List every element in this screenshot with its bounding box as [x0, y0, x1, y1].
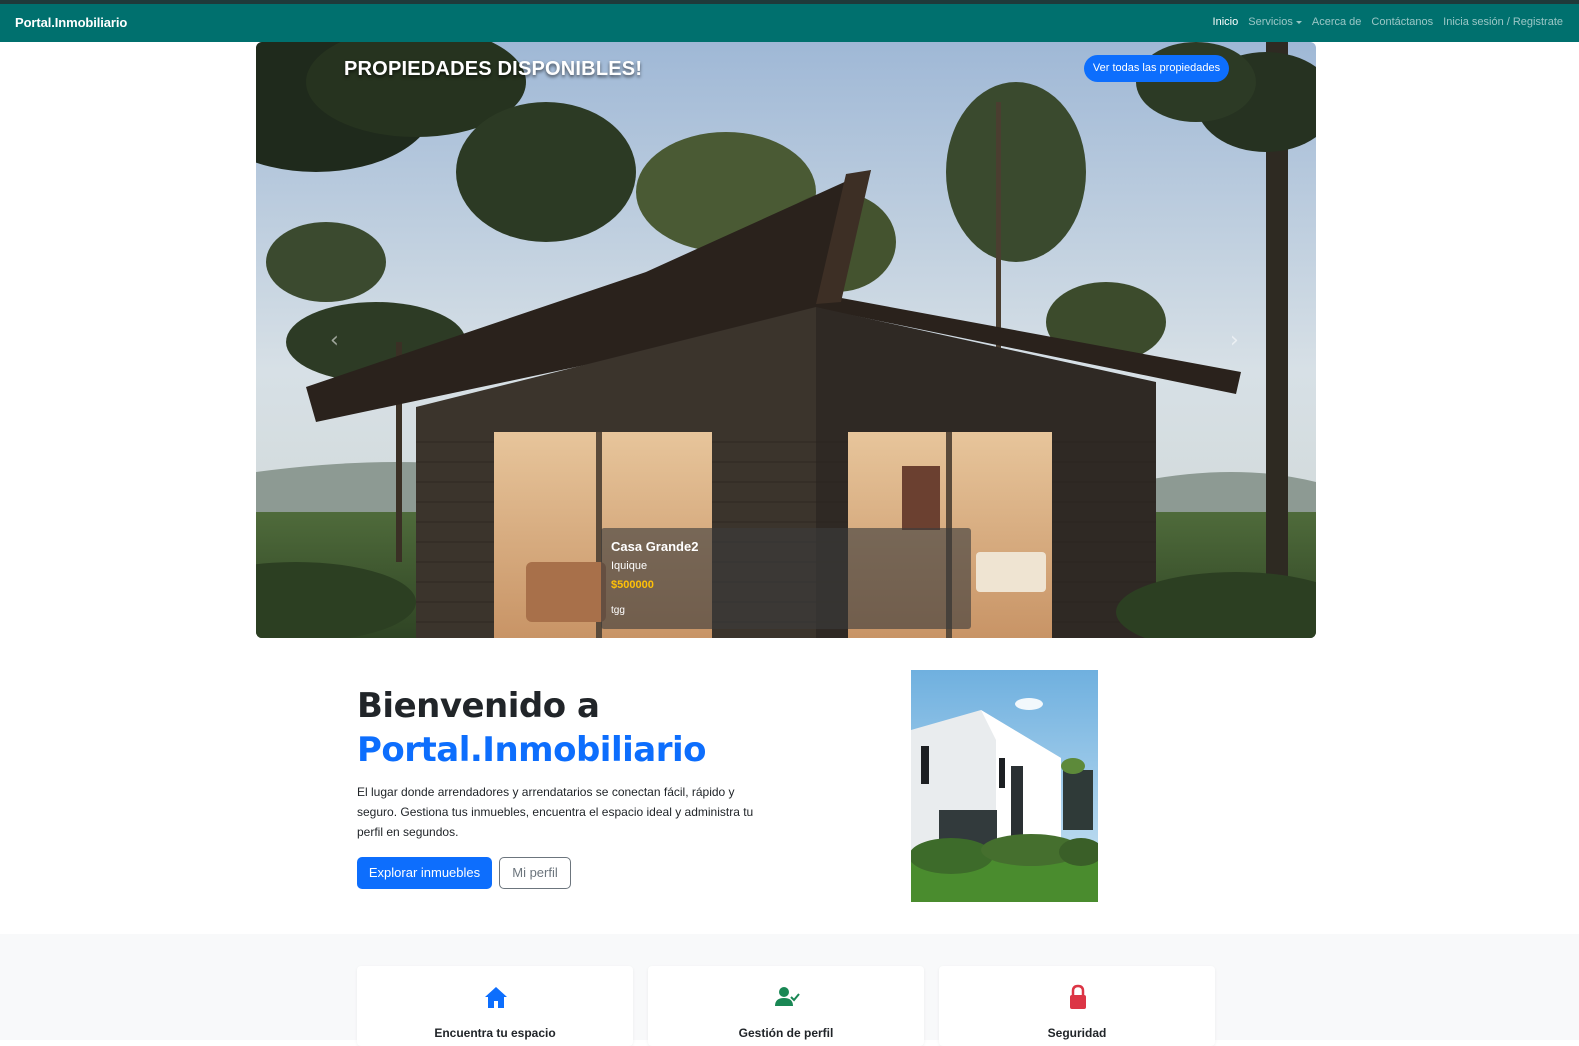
welcome-brand: Portal.Inmobiliario — [357, 730, 706, 770]
nav-item-servicios-label: Servicios — [1248, 16, 1293, 28]
hero-carousel: PROPIEDADES DISPONIBLES! Ver todas las p… — [256, 42, 1316, 638]
nav-item-servicios[interactable]: Servicios — [1248, 16, 1302, 28]
feature-card-profile: Gestión de perfil — [648, 966, 924, 1046]
welcome-heading: Bienvenido a Portal.Inmobiliario — [357, 684, 706, 772]
modern-house-image — [911, 670, 1098, 902]
nav-item-contacto[interactable]: Contáctanos — [1371, 16, 1433, 28]
hero-title: PROPIEDADES DISPONIBLES! — [344, 58, 643, 80]
nav-item-acerca[interactable]: Acerca de — [1312, 16, 1362, 28]
view-all-properties-button[interactable]: Ver todas las propiedades — [1084, 55, 1229, 82]
navbar: Portal.Inmobiliario Inicio Servicios Ace… — [0, 4, 1579, 42]
property-name: Casa Grande2 — [611, 539, 699, 554]
nav-links: Inicio Servicios Acerca de Contáctanos I… — [1213, 16, 1563, 28]
chevron-down-icon — [1295, 20, 1302, 24]
nav-item-login[interactable]: Inicia sesión / Registrate — [1443, 16, 1563, 28]
brand-logo[interactable]: Portal.Inmobiliario — [15, 15, 127, 30]
feature-card-security: Seguridad — [939, 966, 1215, 1046]
user-check-icon — [775, 987, 800, 1006]
lock-icon — [1070, 984, 1086, 1009]
explore-properties-button[interactable]: Explorar inmuebles — [357, 857, 492, 889]
chevron-left-icon[interactable]: ‹ — [330, 330, 344, 352]
property-city: Iquique — [611, 560, 648, 572]
chevron-right-icon[interactable]: › — [1230, 330, 1244, 352]
property-price: $500000 — [611, 579, 654, 591]
feature-title: Seguridad — [1047, 1026, 1107, 1040]
feature-title: Gestión de perfil — [738, 1026, 834, 1040]
my-profile-button[interactable]: Mi perfil — [499, 857, 571, 889]
house-icon — [485, 987, 507, 1008]
welcome-line1: Bienvenido a — [357, 686, 600, 726]
nav-item-inicio[interactable]: Inicio — [1213, 16, 1239, 28]
feature-card-find-space: Encuentra tu espacio — [357, 966, 633, 1046]
welcome-lead: El lugar donde arrendadores y arrendatar… — [357, 785, 754, 839]
features-section: Encuentra tu espacio Gestión de perfil S… — [0, 934, 1579, 1046]
slide-caption[interactable]: Casa Grande2 Iquique $500000 tgg — [601, 528, 971, 629]
feature-title: Encuentra tu espacio — [434, 1026, 556, 1040]
property-description: tgg — [611, 605, 625, 616]
